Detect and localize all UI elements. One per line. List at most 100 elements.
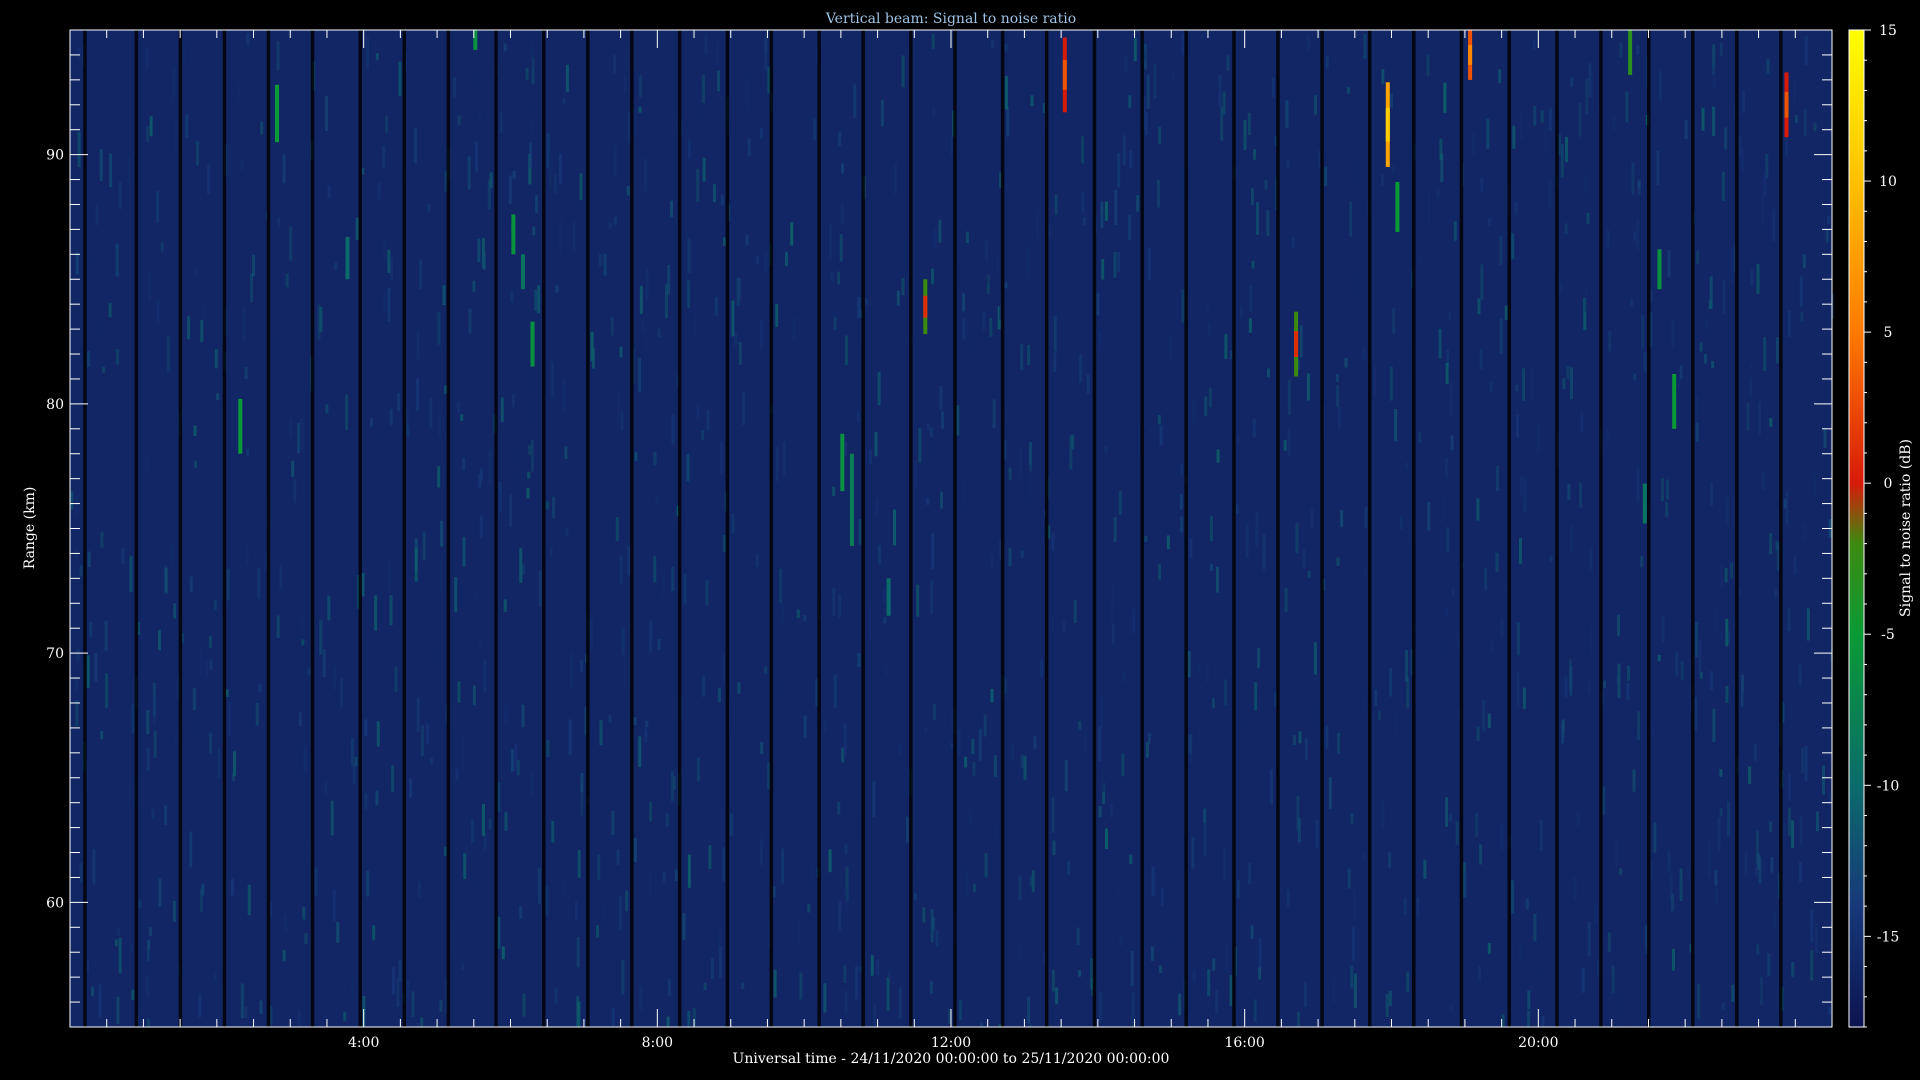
noise-streak — [1679, 868, 1683, 901]
noise-streak — [1388, 852, 1392, 868]
noise-streak — [957, 729, 961, 757]
noise-streak — [1449, 814, 1452, 822]
noise-streak — [722, 534, 726, 552]
noise-streak — [671, 566, 675, 592]
noise-streak — [1823, 427, 1827, 449]
noise-streak — [1020, 550, 1024, 558]
noise-streak — [1347, 868, 1351, 889]
noise-streak — [92, 848, 96, 885]
noise-streak — [781, 604, 784, 623]
colorbar-tick-label: 10 — [1879, 174, 1897, 190]
noise-streak — [182, 41, 186, 69]
noise-streak — [1627, 665, 1630, 681]
noise-streak — [807, 904, 811, 913]
noise-streak — [1487, 713, 1491, 728]
noise-streak — [207, 164, 211, 195]
noise-streak — [519, 906, 523, 919]
noise-streak — [1067, 861, 1071, 875]
noise-streak — [657, 328, 661, 338]
noise-streak — [1651, 723, 1655, 736]
noise-streak — [1758, 856, 1762, 883]
noise-streak — [1026, 245, 1029, 279]
noise-streak — [1389, 667, 1392, 697]
echo-mark — [530, 321, 535, 367]
noise-streak — [1119, 935, 1123, 946]
x-tick-label: 20:00 — [1518, 1035, 1558, 1051]
echo-mark — [345, 236, 350, 280]
noise-streak — [686, 454, 690, 482]
noise-streak — [1439, 639, 1443, 656]
echo-mark — [511, 214, 516, 255]
noise-streak — [327, 595, 331, 621]
noise-streak — [1391, 165, 1395, 175]
noise-streak — [325, 95, 328, 131]
noise-streak — [1336, 385, 1340, 408]
noise-streak — [429, 397, 433, 429]
noise-streak — [741, 982, 745, 989]
noise-streak — [916, 584, 920, 617]
noise-streak — [865, 298, 869, 305]
noise-streak — [200, 319, 204, 343]
noise-streak — [1315, 819, 1319, 849]
noise-streak — [1677, 378, 1681, 389]
noise-streak — [1672, 948, 1675, 971]
noise-streak — [590, 618, 593, 652]
noise-streak — [1522, 687, 1526, 709]
noise-streak — [257, 567, 261, 599]
noise-streak — [838, 594, 841, 618]
noise-streak — [641, 321, 645, 334]
noise-streak — [1593, 905, 1597, 924]
noise-streak — [1053, 316, 1057, 352]
noise-streak — [1374, 690, 1378, 706]
noise-streak — [439, 1000, 443, 1012]
noise-streak — [555, 285, 559, 293]
noise-streak — [1081, 191, 1085, 214]
noise-streak — [240, 160, 244, 171]
noise-streak — [255, 703, 259, 726]
noise-streak — [1711, 361, 1715, 368]
noise-streak — [538, 571, 542, 607]
noise-streak — [114, 939, 118, 947]
noise-streak — [983, 714, 987, 737]
noise-streak — [1224, 333, 1228, 359]
noise-streak — [454, 577, 458, 613]
noise-streak — [665, 813, 669, 827]
noise-streak — [472, 280, 476, 292]
noise-streak — [1215, 989, 1219, 1013]
noise-streak — [625, 890, 629, 912]
noise-streak — [1822, 765, 1825, 795]
x-axis-label: Universal time - 24/11/2020 00:00:00 to … — [733, 1051, 1170, 1067]
noise-streak — [1707, 841, 1711, 878]
noise-streak — [457, 115, 461, 126]
noise-streak — [708, 845, 712, 869]
noise-streak — [1713, 605, 1717, 630]
noise-streak — [279, 564, 283, 589]
noise-streak — [193, 425, 197, 436]
noise-streak — [100, 531, 104, 548]
noise-streak — [1149, 428, 1152, 435]
noise-streak — [1018, 875, 1022, 900]
noise-streak — [1719, 633, 1723, 640]
noise-streak — [1150, 946, 1154, 961]
noise-streak — [985, 270, 989, 284]
noise-streak — [411, 991, 415, 1018]
noise-streak — [1340, 510, 1344, 528]
noise-streak — [785, 251, 788, 266]
noise-streak — [1549, 106, 1553, 121]
noise-streak — [666, 1016, 670, 1027]
noise-streak — [568, 719, 572, 755]
noise-streak — [164, 568, 168, 594]
noise-streak — [1262, 670, 1266, 691]
noise-streak — [855, 966, 858, 1000]
noise-streak — [931, 33, 935, 49]
noise-streak — [118, 181, 122, 210]
noise-streak — [148, 949, 152, 963]
noise-streak — [779, 568, 783, 603]
noise-streak — [397, 393, 401, 411]
noise-streak — [1730, 248, 1734, 283]
noise-streak — [1548, 177, 1552, 209]
noise-streak — [246, 448, 250, 456]
noise-streak — [1179, 494, 1183, 510]
noise-streak — [297, 1010, 301, 1027]
data-gap — [1599, 30, 1603, 1027]
